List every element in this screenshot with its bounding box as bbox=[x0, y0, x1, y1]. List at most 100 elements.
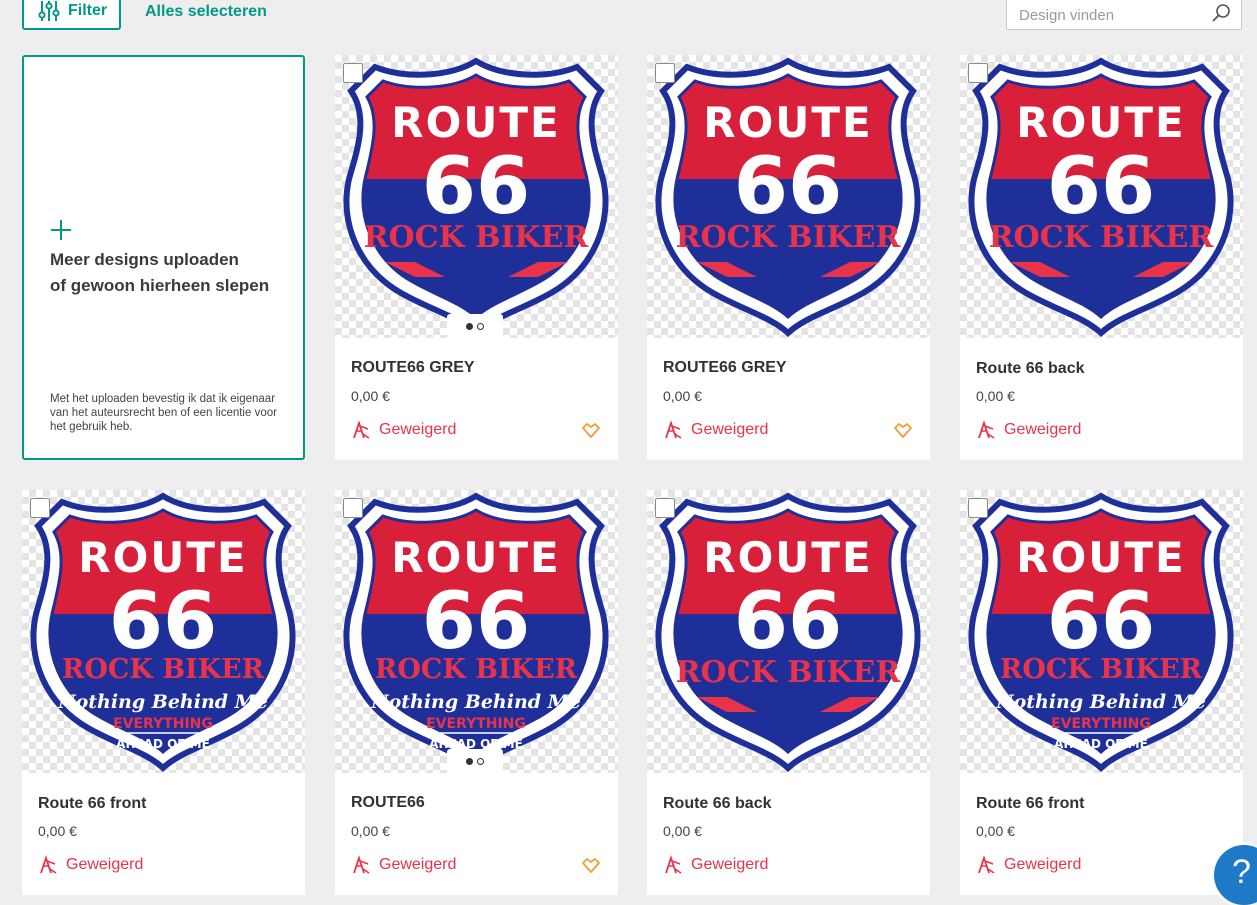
image-pager-dots[interactable] bbox=[447, 749, 503, 773]
rejected-icon bbox=[978, 855, 995, 874]
search-input[interactable] bbox=[1007, 0, 1207, 29]
status-rejected: Geweigerd bbox=[663, 420, 768, 440]
magnifier-icon[interactable] bbox=[1211, 3, 1231, 23]
upload-title-line1: Meer designs uploaden bbox=[50, 250, 239, 269]
pager-dot-active[interactable] bbox=[466, 757, 473, 765]
design-price: 0,00 € bbox=[976, 823, 1015, 839]
design-search bbox=[1006, 0, 1242, 30]
svg-text:Nothing Behind Me: Nothing Behind Me bbox=[57, 691, 268, 713]
sliders-icon bbox=[38, 1, 60, 21]
svg-text:ROUTE: ROUTE bbox=[391, 533, 561, 582]
status-label: Geweigerd bbox=[1004, 856, 1082, 873]
design-title[interactable]: ROUTE66 GREY bbox=[663, 359, 787, 377]
route66-artwork: ROUTE 66 ROCK BIKER bbox=[968, 57, 1234, 338]
svg-text:ROCK BIKER: ROCK BIKER bbox=[375, 654, 578, 685]
plus-icon bbox=[51, 220, 71, 240]
design-title[interactable]: Route 66 back bbox=[663, 795, 771, 813]
select-checkbox[interactable] bbox=[343, 63, 363, 83]
svg-text:EVERYTHING: EVERYTHING bbox=[113, 716, 213, 732]
select-checkbox[interactable] bbox=[655, 63, 675, 83]
design-card[interactable]: ROUTE 66 ROCK BIKER Nothing Behind Me EV… bbox=[335, 490, 618, 895]
upload-copyright-note: Met het uploaden bevestig ik dat ik eige… bbox=[50, 393, 277, 433]
svg-text:ROCK BIKER: ROCK BIKER bbox=[676, 220, 902, 255]
pager-dot-active[interactable] bbox=[466, 322, 473, 330]
filter-label: Filter bbox=[68, 2, 108, 19]
svg-text:ROCK BIKER: ROCK BIKER bbox=[364, 220, 590, 255]
svg-text:ROCK BIKER: ROCK BIKER bbox=[989, 220, 1215, 255]
status-rejected: Geweigerd bbox=[976, 855, 1081, 875]
svg-text:ROUTE: ROUTE bbox=[1016, 98, 1186, 147]
svg-text:ROUTE: ROUTE bbox=[1016, 533, 1186, 582]
rejected-icon bbox=[40, 855, 57, 874]
status-label: Geweigerd bbox=[379, 856, 457, 873]
image-pager-dots[interactable] bbox=[447, 314, 503, 338]
design-card[interactable]: ROUTE 66 ROCK BIKER Nothing Behind Me EV… bbox=[22, 490, 305, 895]
design-preview[interactable]: ROUTE 66 ROCK BIKER bbox=[335, 55, 618, 338]
svg-text:ROUTE: ROUTE bbox=[78, 533, 248, 582]
design-price: 0,00 € bbox=[976, 388, 1015, 404]
diamond-heart-icon[interactable] bbox=[581, 421, 601, 441]
svg-text:66: 66 bbox=[422, 142, 531, 232]
status-rejected: Geweigerd bbox=[663, 855, 768, 875]
design-card[interactable]: ROUTE 66 ROCK BIKER Route 66 back 0,00 €… bbox=[960, 55, 1243, 460]
design-preview[interactable]: ROUTE 66 ROCK BIKER Nothing Behind Me EV… bbox=[22, 490, 305, 773]
design-preview[interactable]: ROUTE 66 ROCK BIKER bbox=[647, 55, 930, 338]
design-card[interactable]: ROUTE 66 ROCK BIKER ROUTE66 GREY 0,00 € bbox=[335, 55, 618, 460]
status-label: Geweigerd bbox=[691, 421, 769, 438]
design-title[interactable]: ROUTE66 bbox=[351, 794, 425, 812]
design-card[interactable]: ROUTE 66 ROCK BIKER Route 66 back 0,00 €… bbox=[647, 490, 930, 895]
diamond-heart-icon[interactable] bbox=[581, 856, 601, 876]
svg-text:ROCK BIKER: ROCK BIKER bbox=[676, 655, 902, 690]
diamond-heart-icon[interactable] bbox=[893, 421, 913, 441]
select-checkbox[interactable] bbox=[968, 63, 988, 83]
design-price: 0,00 € bbox=[351, 388, 390, 404]
status-rejected: Geweigerd bbox=[976, 420, 1081, 440]
design-card[interactable]: ROUTE 66 ROCK BIKER Nothing Behind Me EV… bbox=[960, 490, 1243, 895]
svg-text:ROUTE: ROUTE bbox=[703, 98, 873, 147]
select-checkbox[interactable] bbox=[30, 498, 50, 518]
status-label: Geweigerd bbox=[691, 856, 769, 873]
filter-button[interactable]: Filter bbox=[22, 0, 121, 30]
pager-dot[interactable] bbox=[477, 757, 484, 765]
upload-dropzone[interactable]: Meer designs uploaden of gewoon hierheen… bbox=[22, 55, 305, 460]
design-title[interactable]: Route 66 front bbox=[38, 795, 146, 813]
status-rejected: Geweigerd bbox=[351, 420, 456, 440]
svg-text:ROCK BIKER: ROCK BIKER bbox=[62, 654, 265, 685]
route66-artwork: ROUTE 66 ROCK BIKER bbox=[343, 57, 609, 338]
design-preview[interactable]: ROUTE 66 ROCK BIKER Nothing Behind Me EV… bbox=[960, 490, 1243, 773]
design-price: 0,00 € bbox=[663, 388, 702, 404]
svg-text:EVERYTHING: EVERYTHING bbox=[1051, 716, 1151, 732]
design-title[interactable]: ROUTE66 GREY bbox=[351, 359, 475, 377]
svg-text:ROUTE: ROUTE bbox=[703, 533, 873, 582]
status-rejected: Geweigerd bbox=[38, 855, 143, 875]
design-preview[interactable]: ROUTE 66 ROCK BIKER bbox=[960, 55, 1243, 338]
design-title[interactable]: Route 66 front bbox=[976, 795, 1084, 813]
pager-dot[interactable] bbox=[477, 322, 484, 330]
status-label: Geweigerd bbox=[66, 856, 144, 873]
design-card[interactable]: ROUTE 66 ROCK BIKER ROUTE66 GREY 0,00 € … bbox=[647, 55, 930, 460]
svg-text:66: 66 bbox=[734, 142, 843, 232]
upload-title: Meer designs uploaden of gewoon hierheen… bbox=[50, 247, 290, 299]
svg-text:EVERYTHING: EVERYTHING bbox=[426, 716, 526, 732]
svg-text:AHEAD OF ME: AHEAD OF ME bbox=[1054, 737, 1148, 751]
rejected-icon bbox=[665, 855, 682, 874]
svg-text:66: 66 bbox=[1047, 142, 1156, 232]
design-preview[interactable]: ROUTE 66 ROCK BIKER bbox=[647, 490, 930, 773]
rejected-icon bbox=[665, 420, 682, 439]
select-all-link[interactable]: Alles selecteren bbox=[145, 3, 267, 21]
svg-text:Nothing Behind Me: Nothing Behind Me bbox=[370, 691, 581, 713]
design-price: 0,00 € bbox=[38, 823, 77, 839]
select-checkbox[interactable] bbox=[968, 498, 988, 518]
svg-text:AHEAD OF ME: AHEAD OF ME bbox=[116, 737, 210, 751]
status-label: Geweigerd bbox=[1004, 421, 1082, 438]
select-checkbox[interactable] bbox=[655, 498, 675, 518]
upload-title-line2: of gewoon hierheen slepen bbox=[50, 276, 270, 295]
status-label: Geweigerd bbox=[379, 421, 457, 438]
svg-text:ROUTE: ROUTE bbox=[391, 98, 561, 147]
status-rejected: Geweigerd bbox=[351, 855, 456, 875]
toolbar: Filter Alles selecteren bbox=[0, 0, 1257, 40]
select-checkbox[interactable] bbox=[343, 498, 363, 518]
design-title[interactable]: Route 66 back bbox=[976, 360, 1084, 378]
route66-artwork: ROUTE 66 ROCK BIKER Nothing Behind Me EV… bbox=[968, 492, 1234, 773]
design-preview[interactable]: ROUTE 66 ROCK BIKER Nothing Behind Me EV… bbox=[335, 490, 618, 773]
